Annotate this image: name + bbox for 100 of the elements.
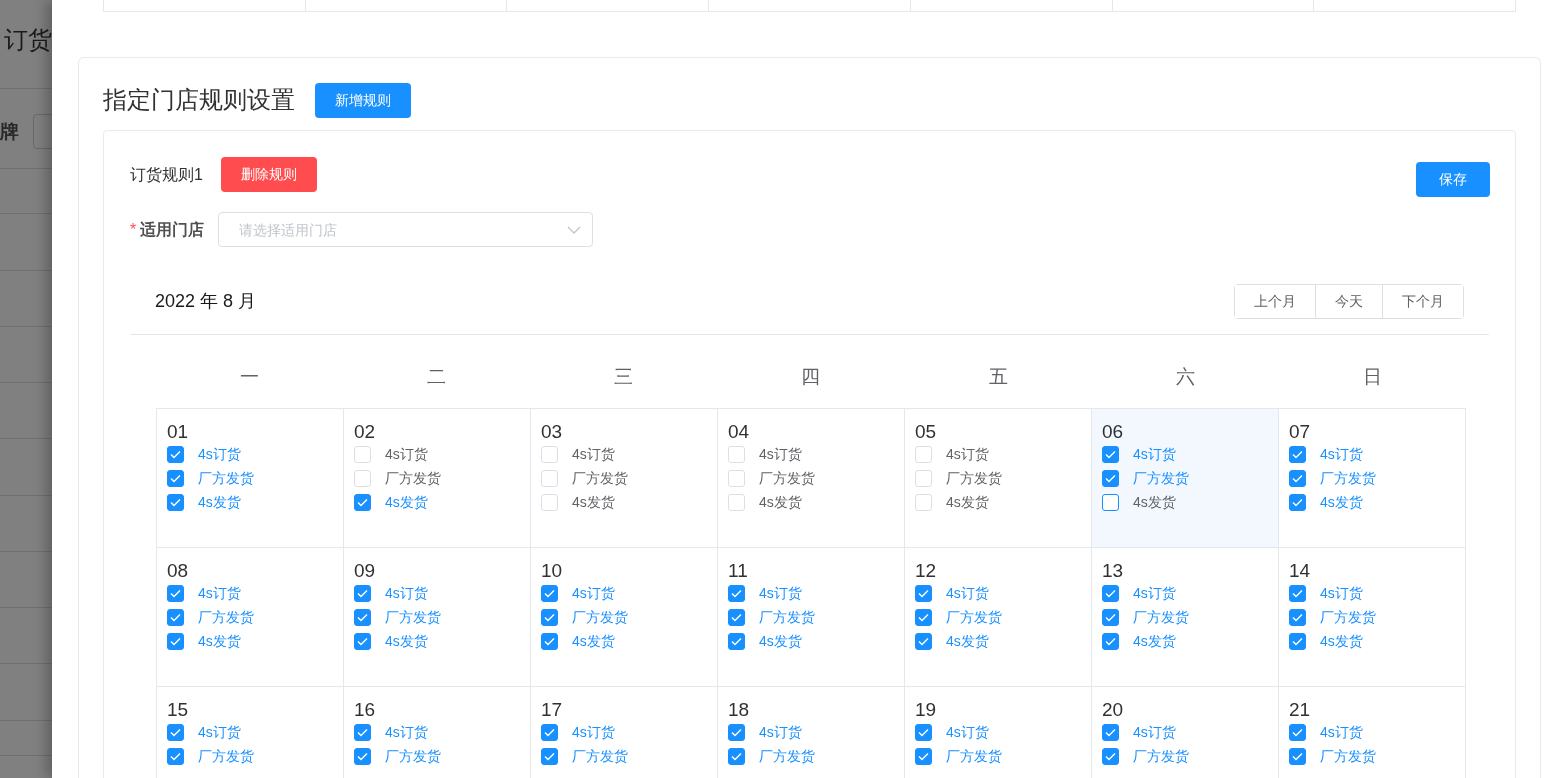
checkbox[interactable] (1289, 446, 1306, 463)
checkbox[interactable] (1289, 470, 1306, 487)
checkbox-label: 4s订货 (198, 723, 241, 742)
calendar-day[interactable]: 06 4s订货 厂方发货 4s发货 (1092, 408, 1279, 548)
checkbox[interactable] (1102, 470, 1119, 487)
checkbox[interactable] (354, 748, 371, 765)
checkmark-icon (544, 752, 555, 761)
checkbox[interactable] (1102, 633, 1119, 650)
day-number: 18 (728, 698, 750, 720)
checkbox-label: 厂方发货 (385, 469, 441, 488)
day-number: 01 (167, 420, 189, 442)
checkbox[interactable] (1289, 585, 1306, 602)
checkbox[interactable] (541, 748, 558, 765)
checkbox-label: 4s订货 (385, 723, 428, 742)
calendar-day[interactable]: 09 4s订货 厂方发货 4s发货 (344, 547, 531, 687)
calendar-day[interactable]: 14 4s订货 厂方发货 4s发货 (1279, 547, 1466, 687)
checkbox[interactable] (167, 609, 184, 626)
rule-name: 订货规则1 (130, 164, 203, 185)
calendar-day[interactable]: 08 4s订货 厂方发货 4s发货 (157, 547, 344, 687)
weekday-label: 二 (427, 366, 447, 387)
checkbox[interactable] (167, 446, 184, 463)
checkbox-label: 厂方发货 (1320, 747, 1376, 766)
checkmark-icon (357, 498, 368, 507)
checkmark-icon (1292, 589, 1303, 598)
checkbox[interactable] (1102, 446, 1119, 463)
checkbox-label: 厂方发货 (946, 608, 1002, 627)
checkbox-label: 4s发货 (946, 632, 989, 651)
checkbox[interactable] (915, 633, 932, 650)
checkbox[interactable] (354, 633, 371, 650)
checkbox[interactable] (354, 494, 371, 511)
checkmark-icon (170, 450, 181, 459)
day-number: 17 (541, 698, 563, 720)
checkbox[interactable] (728, 724, 745, 741)
checkbox[interactable] (167, 470, 184, 487)
checkbox[interactable] (728, 633, 745, 650)
checkmark-icon (170, 752, 181, 761)
checkbox[interactable] (1102, 585, 1119, 602)
day-number: 02 (354, 420, 376, 442)
checkbox[interactable] (1289, 633, 1306, 650)
checkbox[interactable] (1289, 609, 1306, 626)
checkbox[interactable] (354, 585, 371, 602)
checkbox[interactable] (1289, 494, 1306, 511)
checkbox-label: 厂方发货 (1320, 608, 1376, 627)
checkbox-label: 4s发货 (385, 632, 428, 651)
calendar-day[interactable]: 01 4s订货 厂方发货 4s发货 (157, 408, 344, 548)
checkmark-icon (918, 752, 929, 761)
checkmark-icon (357, 728, 368, 737)
day-number: 04 (728, 420, 750, 442)
calendar-day[interactable]: 11 4s订货 厂方发货 4s发货 (718, 547, 905, 687)
checkbox[interactable] (1102, 724, 1119, 741)
checkbox[interactable] (167, 633, 184, 650)
day-number: 05 (915, 420, 937, 442)
checkbox[interactable] (915, 748, 932, 765)
checkbox[interactable] (915, 609, 932, 626)
checkbox[interactable] (1102, 494, 1119, 511)
checkbox-label: 4s发货 (1133, 632, 1176, 651)
checkbox[interactable] (354, 609, 371, 626)
calendar-nav-button[interactable]: 下个月 (1382, 285, 1463, 318)
checkbox-label: 4s发货 (946, 493, 989, 512)
store-select[interactable]: 请选择适用门店 (218, 212, 594, 247)
checkbox[interactable] (728, 585, 745, 602)
day-number: 06 (1102, 420, 1124, 442)
checkbox[interactable] (1289, 748, 1306, 765)
checkbox[interactable] (167, 585, 184, 602)
calendar-day[interactable]: 07 4s订货 厂方发货 4s发货 (1279, 408, 1466, 548)
checkbox[interactable] (167, 748, 184, 765)
checkbox[interactable] (915, 724, 932, 741)
calendar-day[interactable]: 02 4s订货 厂方发货 4s发货 (344, 408, 531, 548)
checkbox[interactable] (1289, 724, 1306, 741)
checkbox-label: 厂方发货 (1320, 469, 1376, 488)
section-title: 指定门店规则设置 (103, 85, 295, 115)
checkbox[interactable] (541, 609, 558, 626)
checkbox[interactable] (915, 585, 932, 602)
calendar-day[interactable]: 10 4s订货 厂方发货 4s发货 (531, 547, 718, 687)
checkbox[interactable] (728, 748, 745, 765)
checkbox[interactable] (167, 494, 184, 511)
weekday-label: 三 (614, 366, 634, 387)
checkbox-label: 4s发货 (198, 493, 241, 512)
checkmark-icon (1105, 752, 1116, 761)
checkbox[interactable] (167, 724, 184, 741)
checkbox-label: 4s订货 (385, 445, 428, 464)
checkbox-label: 厂方发货 (198, 747, 254, 766)
checkbox-label: 4s发货 (1133, 493, 1176, 512)
day-number: 09 (354, 559, 376, 581)
checkbox-label: 4s订货 (572, 584, 615, 603)
day-number: 03 (541, 420, 563, 442)
checkbox[interactable] (1102, 609, 1119, 626)
checkbox[interactable] (541, 724, 558, 741)
calendar-day[interactable]: 12 4s订货 厂方发货 4s发货 (905, 547, 1092, 687)
weekday-label: 一 (240, 366, 260, 387)
checkbox[interactable] (728, 609, 745, 626)
month-label: 2022 年 8 月 (155, 290, 257, 313)
checkmark-icon (1292, 498, 1303, 507)
checkbox[interactable] (354, 724, 371, 741)
checkbox[interactable] (541, 633, 558, 650)
checkbox[interactable] (1102, 748, 1119, 765)
calendar-day[interactable]: 13 4s订货 厂方发货 4s发货 (1092, 547, 1279, 687)
day-number: 11 (728, 559, 748, 581)
checkbox-label: 厂方发货 (198, 469, 254, 488)
checkbox[interactable] (541, 585, 558, 602)
